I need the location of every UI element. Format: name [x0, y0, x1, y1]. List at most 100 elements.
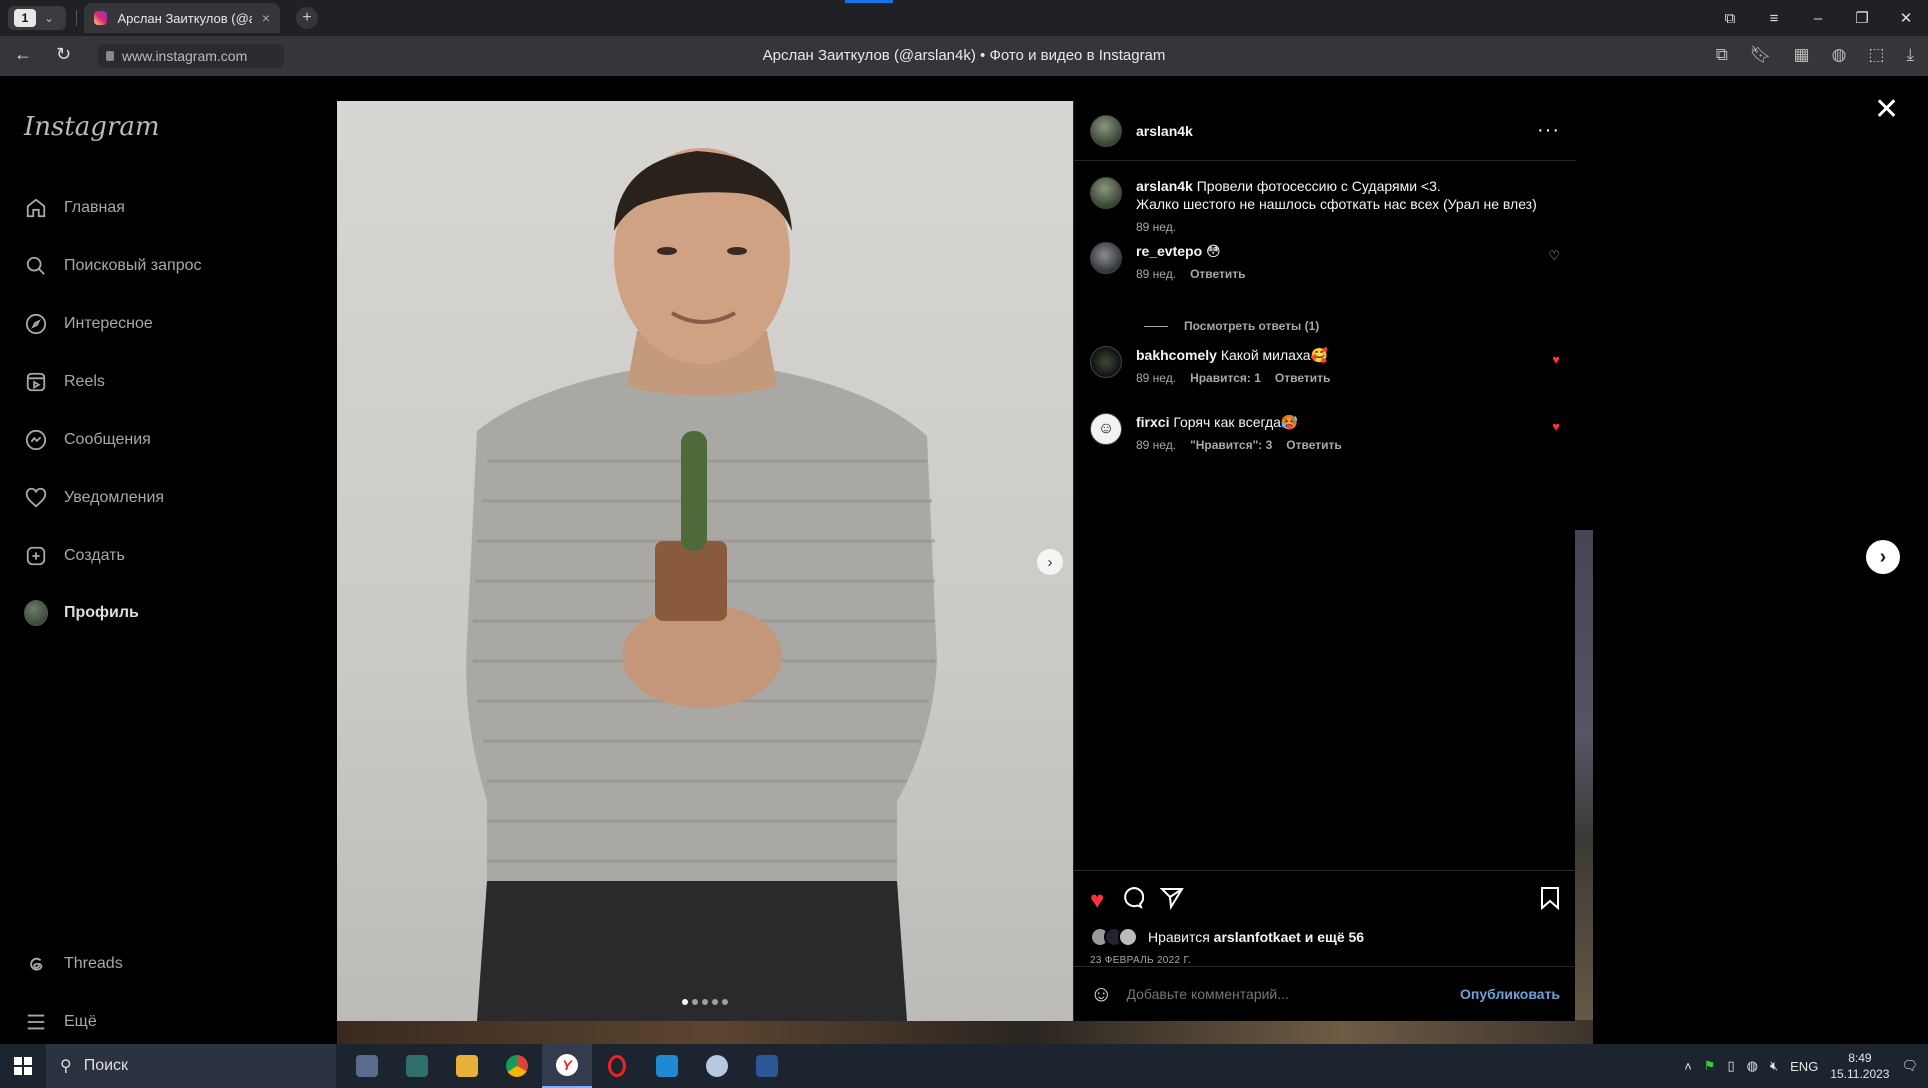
comment-age: 89 нед. — [1136, 438, 1177, 452]
comment-username[interactable]: bakhcomely — [1136, 347, 1217, 363]
restore-icon[interactable]: ❐ — [1840, 0, 1884, 36]
taskbar-app-paint[interactable] — [692, 1044, 742, 1088]
sidebar-item-home[interactable]: Главная — [24, 196, 125, 220]
next-post-button[interactable]: › — [1866, 540, 1900, 574]
comment-bubble-icon[interactable] — [1120, 886, 1145, 917]
sidebar-item-search[interactable]: Поисковый запрос — [24, 254, 202, 278]
sidebar-item-label: Уведомления — [64, 489, 165, 506]
home-icon — [24, 196, 48, 220]
reply-button[interactable]: Ответить — [1190, 265, 1245, 283]
taskbar-app-chrome[interactable] — [492, 1044, 542, 1088]
commenter-avatar[interactable] — [1090, 346, 1122, 378]
carousel-dot[interactable] — [722, 999, 728, 1005]
comment-username[interactable]: firxci — [1136, 414, 1169, 430]
carousel-dot[interactable] — [712, 999, 718, 1005]
word-icon — [756, 1055, 778, 1077]
comment-like-heart-icon[interactable]: ♥ — [1552, 419, 1560, 434]
reply-button[interactable]: Ответить — [1275, 369, 1330, 387]
post-actions: ♥ Нравится arslanfotkaet и ещё 56 23 ФЕВ… — [1074, 870, 1576, 966]
carousel-dot[interactable] — [682, 999, 688, 1005]
comment-likes-count[interactable]: "Нравится": 3 — [1190, 436, 1272, 454]
minimize-icon[interactable]: – — [1796, 0, 1840, 36]
tab-close-button[interactable]: × — [262, 10, 270, 26]
sidebar-item-messages[interactable]: Сообщения — [24, 428, 151, 452]
caption-age: 89 нед. — [1136, 220, 1177, 234]
comment-like-heart-icon[interactable]: ♥ — [1552, 352, 1560, 367]
flag-icon[interactable]: ⚑ — [1704, 1058, 1716, 1074]
taskbar-clock[interactable]: 8:49 15.11.2023 — [1830, 1050, 1889, 1082]
save-bookmark-icon[interactable] — [1540, 886, 1560, 917]
likes-text: Нравится arslanfotkaet и ещё 56 — [1148, 929, 1365, 945]
close-modal-icon[interactable]: ✕ — [1874, 92, 1899, 127]
speaker-muted-icon[interactable]: 🔇︎ — [1770, 1058, 1778, 1074]
start-button[interactable] — [0, 1044, 46, 1088]
browser-menu-icon[interactable]: ≡ — [1752, 0, 1796, 36]
sidebar-item-create[interactable]: Создать — [24, 544, 125, 568]
view-replies-button[interactable]: Посмотреть ответы (1) — [1144, 319, 1319, 333]
bookmarks-panel-icon[interactable]: ⧉ — [1708, 0, 1752, 36]
extension-icon[interactable]: ▦ — [1794, 45, 1810, 65]
taskbar-app-opera[interactable] — [592, 1044, 642, 1088]
taskbar-app-terminal[interactable] — [392, 1044, 442, 1088]
carousel-next-button[interactable]: › — [1037, 549, 1063, 575]
taskbar-app-yandex-browser[interactable]: Y — [542, 1044, 592, 1088]
more-options-icon[interactable]: ··· — [1537, 119, 1560, 142]
reload-icon[interactable]: ↻ — [56, 44, 71, 65]
comment-likes-count[interactable]: Нравится: 1 — [1190, 369, 1261, 387]
network-globe-icon[interactable]: ◍ — [1747, 1058, 1758, 1074]
comment-like-heart-icon[interactable]: ♡ — [1548, 248, 1560, 264]
comment-username[interactable]: re_evtepo — [1136, 243, 1202, 259]
battery-icon[interactable]: ▯ — [1727, 1058, 1734, 1074]
copy-link-icon[interactable]: ⧉ — [1716, 45, 1728, 65]
author-avatar[interactable] — [1090, 114, 1122, 147]
chevron-down-icon: ⌄ — [44, 11, 55, 25]
bookmark-icon[interactable]: 🔖︎ — [1750, 45, 1772, 65]
download-icon[interactable]: ⤓ — [1906, 45, 1914, 65]
sidebar-item-reels[interactable]: Reels — [24, 370, 105, 394]
back-arrow-icon[interactable]: ← — [14, 44, 32, 65]
taskbar-app-vscode[interactable] — [642, 1044, 692, 1088]
comment-composer: ☺ Опубликовать — [1074, 966, 1576, 1021]
instagram-logo[interactable]: Instagram — [24, 112, 160, 142]
other-likers[interactable]: ещё 56 — [1317, 929, 1364, 945]
sidebar-item-notifications[interactable]: Уведомления — [24, 486, 164, 510]
likes-summary[interactable]: Нравится arslanfotkaet и ещё 56 — [1090, 927, 1560, 947]
sidebar-item-threads[interactable]: Threads — [24, 952, 123, 976]
commenter-avatar[interactable]: ☺ — [1090, 413, 1122, 445]
loading-indicator — [845, 0, 893, 3]
comment-item: re_evtepo 😳 89 нед. Ответить ♡ — [1090, 242, 1560, 283]
sidebar-item-profile[interactable]: Профиль — [24, 600, 139, 626]
liker-username[interactable]: arslanfotkaet — [1214, 929, 1301, 945]
url-field[interactable]: www.instagram.com — [98, 44, 284, 68]
reply-button[interactable]: Ответить — [1286, 436, 1341, 454]
browser-tab[interactable]: Арслан Заиткулов (@arslan4k) × — [84, 3, 280, 33]
caption-avatar[interactable] — [1090, 177, 1122, 209]
carousel-dot[interactable] — [702, 999, 708, 1005]
translate-globe-icon[interactable]: ◍ — [1832, 45, 1847, 65]
post-photo[interactable]: › — [337, 101, 1073, 1021]
commenter-avatar[interactable] — [1090, 242, 1122, 274]
taskbar-search[interactable]: ⚲ Поиск — [46, 1044, 336, 1088]
publish-button[interactable]: Опубликовать — [1460, 986, 1560, 1002]
new-tab-button[interactable]: + — [296, 7, 318, 29]
taskbar-app-word[interactable] — [742, 1044, 792, 1088]
emoji-icon[interactable]: ☺ — [1090, 981, 1112, 1007]
sidebar-item-more[interactable]: Ещё — [24, 1010, 97, 1034]
close-window-icon[interactable]: ✕ — [1884, 0, 1928, 36]
author-username[interactable]: arslan4k — [1136, 123, 1193, 139]
chevron-up-icon[interactable]: ˄ — [1684, 1059, 1692, 1074]
caption-username[interactable]: arslan4k — [1136, 178, 1193, 194]
taskbar-app-calculator[interactable] — [342, 1044, 392, 1088]
extensions-puzzle-icon[interactable]: ⬚ — [1868, 45, 1884, 65]
sidebar-item-label: Поисковый запрос — [64, 257, 202, 274]
like-heart-icon[interactable]: ♥ — [1090, 887, 1104, 915]
sidebar-item-explore[interactable]: Интересное — [24, 312, 153, 336]
background-post-thumbnail — [1575, 530, 1593, 1045]
notification-center-icon[interactable]: 🗨︎ — [1901, 1058, 1918, 1074]
tab-counter-button[interactable]: 1 ⌄ — [8, 6, 66, 30]
comment-input[interactable] — [1126, 986, 1461, 1002]
input-language[interactable]: ENG — [1790, 1059, 1818, 1074]
carousel-dot[interactable] — [692, 999, 698, 1005]
share-paper-plane-icon[interactable] — [1159, 886, 1185, 917]
taskbar-app-explorer[interactable] — [442, 1044, 492, 1088]
